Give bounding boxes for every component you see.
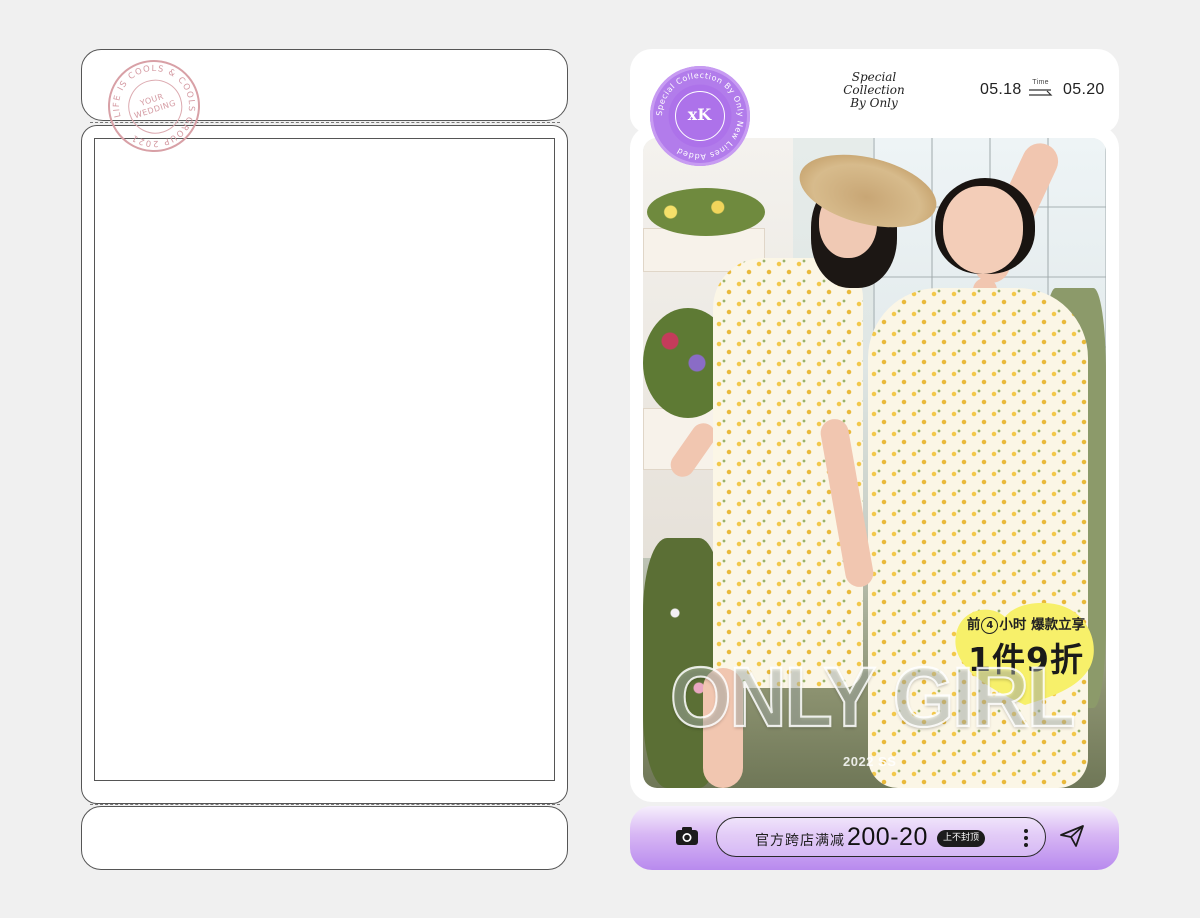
- season-label: 2022 SS: [843, 754, 897, 769]
- special-collection-title: Special Collection By Only: [820, 71, 928, 110]
- camera-icon[interactable]: [674, 823, 700, 849]
- template-image-frame: [81, 125, 568, 804]
- promo-line-1: 前 4 小时 爆款立享: [966, 617, 1086, 634]
- sticker-logo-text: xK: [687, 105, 712, 124]
- headline-only-girl: ONLY GIRL: [669, 648, 1076, 745]
- poster-footer-bar: 官方跨店满减 200-20 上不封顶: [630, 806, 1119, 870]
- date-separator: Time: [1029, 79, 1055, 100]
- photo-yellow-flowers: [647, 188, 765, 236]
- circled-number: 4: [981, 617, 999, 634]
- date-end: 05.20: [1063, 81, 1105, 98]
- more-vertical-icon[interactable]: [1023, 827, 1029, 849]
- sticker-logo: xK: [675, 91, 725, 141]
- arrow-right-icon: [1029, 89, 1053, 96]
- special-line-2: By Only: [850, 96, 898, 110]
- template-image-placeholder: [94, 138, 555, 781]
- date-start: 05.18: [980, 81, 1022, 98]
- template-footer-strip: [81, 806, 568, 870]
- send-icon[interactable]: [1059, 823, 1085, 849]
- stamp-center-text: YOUR WEDDING: [133, 91, 178, 121]
- collection-sticker: Special Collection By Only New Lines Add…: [650, 66, 750, 166]
- offer-pill[interactable]: 官方跨店满减 200-20 上不封顶: [716, 817, 1046, 857]
- offer-tag: 上不封顶: [937, 830, 986, 847]
- offer-amount: 200-20: [847, 823, 928, 851]
- offer-text: 官方跨店满减: [755, 833, 845, 849]
- perforation-line-bottom: [90, 804, 560, 805]
- model2-face: [943, 186, 1023, 274]
- fashion-poster: Special Collection By Only New Lines Add…: [630, 49, 1119, 870]
- time-label: Time: [1032, 79, 1049, 86]
- special-line-1: Special Collection: [843, 70, 905, 97]
- date-range: 05.18 Time 05.20: [980, 79, 1105, 104]
